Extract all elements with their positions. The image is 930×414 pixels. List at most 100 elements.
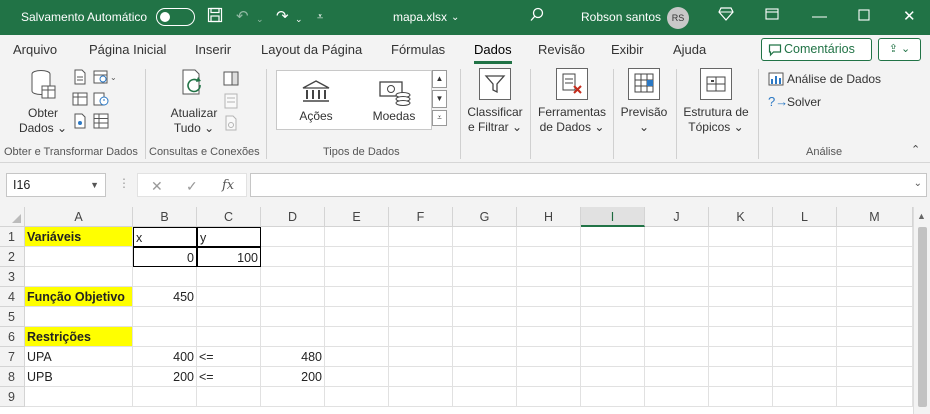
- cell-f3[interactable]: [389, 267, 453, 287]
- cell-g6[interactable]: [453, 327, 517, 347]
- cell-c2[interactable]: 100: [197, 247, 261, 267]
- cell-h7[interactable]: [517, 347, 581, 367]
- cell-g1[interactable]: [453, 227, 517, 247]
- previsao-button[interactable]: Previsão ⌄: [616, 105, 672, 135]
- cell-c9[interactable]: [197, 387, 261, 407]
- redo-icon[interactable]: ↷: [276, 7, 289, 27]
- maximize-icon[interactable]: [858, 7, 870, 27]
- properties-icon[interactable]: [223, 93, 239, 112]
- tab-pagina-inicial[interactable]: Página Inicial: [89, 42, 166, 57]
- gallery-down-icon[interactable]: ▼: [432, 90, 447, 108]
- cell-a3[interactable]: [25, 267, 133, 287]
- column-header-f[interactable]: F: [389, 207, 453, 227]
- cell-m9[interactable]: [837, 387, 913, 407]
- cell-k3[interactable]: [709, 267, 773, 287]
- cell-g9[interactable]: [453, 387, 517, 407]
- enter-icon[interactable]: ✓: [186, 178, 198, 195]
- cell-f5[interactable]: [389, 307, 453, 327]
- vertical-scrollbar[interactable]: ▲: [913, 207, 930, 414]
- row-header-4[interactable]: 4: [0, 287, 25, 307]
- column-header-m[interactable]: M: [837, 207, 913, 227]
- cell-e4[interactable]: [325, 287, 389, 307]
- insert-function-icon[interactable]: fx: [222, 178, 234, 193]
- cell-m3[interactable]: [837, 267, 913, 287]
- cell-l3[interactable]: [773, 267, 837, 287]
- column-header-b[interactable]: B: [133, 207, 197, 227]
- cell-j2[interactable]: [645, 247, 709, 267]
- cell-k6[interactable]: [709, 327, 773, 347]
- cell-h4[interactable]: [517, 287, 581, 307]
- cell-c7[interactable]: <=: [197, 347, 261, 367]
- file-name[interactable]: mapa.xlsx: [393, 10, 447, 24]
- cell-a9[interactable]: [25, 387, 133, 407]
- collapse-ribbon-icon[interactable]: ⌃: [911, 143, 920, 156]
- cell-h5[interactable]: [517, 307, 581, 327]
- cell-l1[interactable]: [773, 227, 837, 247]
- scroll-up-icon[interactable]: ▲: [917, 211, 926, 221]
- cell-a4[interactable]: Função Objetivo: [25, 287, 133, 307]
- cell-k5[interactable]: [709, 307, 773, 327]
- estrutura-topicos-button[interactable]: Estrutura de Tópicos ⌄: [680, 105, 752, 135]
- tab-revisao[interactable]: Revisão: [538, 42, 585, 57]
- cell-g3[interactable]: [453, 267, 517, 287]
- cell-f8[interactable]: [389, 367, 453, 387]
- cell-h8[interactable]: [517, 367, 581, 387]
- name-box[interactable]: I16 ▼: [6, 173, 106, 197]
- cell-b1[interactable]: x: [133, 227, 197, 247]
- column-header-e[interactable]: E: [325, 207, 389, 227]
- cell-i8[interactable]: [581, 367, 645, 387]
- analise-de-dados-button[interactable]: Análise de Dados: [787, 72, 881, 87]
- select-all-corner[interactable]: [0, 207, 25, 227]
- web-icon[interactable]: ⌄: [93, 69, 117, 88]
- cell-l8[interactable]: [773, 367, 837, 387]
- stocks-icon[interactable]: [301, 79, 331, 108]
- cell-l4[interactable]: [773, 287, 837, 307]
- row-header-6[interactable]: 6: [0, 327, 25, 347]
- tab-dados[interactable]: Dados: [474, 42, 512, 64]
- cell-e1[interactable]: [325, 227, 389, 247]
- cell-a1[interactable]: Variáveis: [25, 227, 133, 247]
- tab-ajuda[interactable]: Ajuda: [673, 42, 706, 57]
- cell-c1[interactable]: y: [197, 227, 261, 247]
- cell-j7[interactable]: [645, 347, 709, 367]
- cell-d8[interactable]: 200: [261, 367, 325, 387]
- cell-e8[interactable]: [325, 367, 389, 387]
- edit-links-icon[interactable]: [223, 115, 239, 134]
- ferramentas-dados-button[interactable]: Ferramentas de Dados ⌄: [535, 105, 609, 135]
- cell-d4[interactable]: [261, 287, 325, 307]
- atualizar-tudo-button[interactable]: Atualizar Tudo ⌄: [168, 106, 220, 136]
- cell-i5[interactable]: [581, 307, 645, 327]
- cell-l5[interactable]: [773, 307, 837, 327]
- tab-layout-da-pagina[interactable]: Layout da Página: [261, 42, 362, 57]
- cell-a6[interactable]: Restrições: [25, 327, 133, 347]
- cell-k8[interactable]: [709, 367, 773, 387]
- cell-b5[interactable]: [133, 307, 197, 327]
- cell-m7[interactable]: [837, 347, 913, 367]
- row-header-9[interactable]: 9: [0, 387, 25, 407]
- undo-dropdown-icon[interactable]: ⌄: [256, 9, 264, 29]
- gallery-more-icon[interactable]: ⩡: [432, 110, 447, 126]
- cell-i6[interactable]: [581, 327, 645, 347]
- cell-j8[interactable]: [645, 367, 709, 387]
- tab-inserir[interactable]: Inserir: [195, 42, 231, 57]
- undo-icon[interactable]: ↶: [236, 7, 249, 27]
- cell-d7[interactable]: 480: [261, 347, 325, 367]
- cell-m2[interactable]: [837, 247, 913, 267]
- moedas-label[interactable]: Moedas: [370, 109, 418, 124]
- cell-f2[interactable]: [389, 247, 453, 267]
- cell-e5[interactable]: [325, 307, 389, 327]
- cell-e6[interactable]: [325, 327, 389, 347]
- cell-g7[interactable]: [453, 347, 517, 367]
- customize-toolbar-icon[interactable]: ⩡: [317, 7, 323, 27]
- cell-j4[interactable]: [645, 287, 709, 307]
- save-icon[interactable]: [207, 7, 223, 29]
- cell-d1[interactable]: [261, 227, 325, 247]
- currencies-icon[interactable]: [378, 79, 412, 110]
- cell-m8[interactable]: [837, 367, 913, 387]
- cell-j6[interactable]: [645, 327, 709, 347]
- cell-h6[interactable]: [517, 327, 581, 347]
- row-header-2[interactable]: 2: [0, 247, 25, 267]
- queries-connections-icon[interactable]: [223, 71, 239, 90]
- cell-i3[interactable]: [581, 267, 645, 287]
- gallery-up-icon[interactable]: ▲: [432, 70, 447, 88]
